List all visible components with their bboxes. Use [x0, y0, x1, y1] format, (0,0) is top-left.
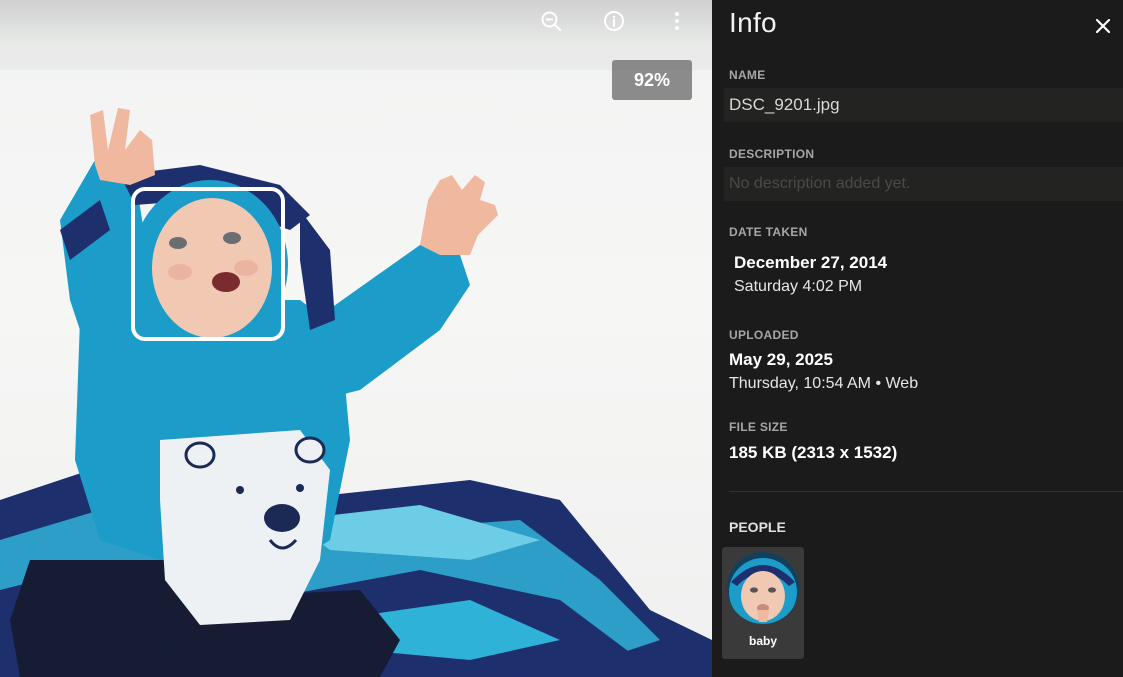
zoom-out-button[interactable] [538, 8, 564, 34]
date-taken-time[interactable]: Saturday 4:02 PM [734, 278, 862, 296]
people-label: PEOPLE [729, 519, 786, 535]
face-detection-box[interactable] [131, 187, 285, 341]
uploaded-label: UPLOADED [729, 328, 799, 342]
close-icon [1095, 18, 1111, 34]
uploaded-detail: Thursday, 10:54 AM • Web [729, 375, 919, 392]
person-card-baby[interactable]: baby [722, 547, 804, 659]
panel-title: Info [729, 7, 777, 38]
person-avatar-image [727, 552, 799, 624]
close-button[interactable] [1091, 14, 1115, 38]
avatar [727, 552, 799, 624]
name-field[interactable]: DSC_9201.jpg [724, 88, 1123, 122]
description-label: DESCRIPTION [729, 147, 815, 161]
file-size-value: 185 KB (2313 x 1532) [729, 443, 898, 462]
zoom-out-icon [541, 11, 562, 32]
file-size-label: FILE SIZE [729, 420, 788, 434]
date-taken-date[interactable]: December 27, 2014 [734, 253, 887, 273]
info-icon [604, 11, 624, 31]
divider [729, 491, 1123, 492]
more-vertical-icon [675, 12, 679, 30]
zoom-level-badge: 92% [612, 60, 692, 100]
more-options-button[interactable] [664, 8, 690, 34]
photo-viewer[interactable]: 92% [0, 0, 712, 677]
info-button[interactable] [601, 8, 627, 34]
photo-image [0, 0, 712, 677]
description-field[interactable]: No description added yet. [724, 167, 1123, 201]
name-label: NAME [729, 68, 766, 82]
uploaded-date: May 29, 2025 [729, 350, 833, 369]
date-taken-label: DATE TAKEN [729, 225, 808, 239]
info-panel: Info NAME DSC_9201.jpg DESCRIPTION No de… [712, 0, 1123, 677]
person-name: baby [748, 634, 777, 648]
